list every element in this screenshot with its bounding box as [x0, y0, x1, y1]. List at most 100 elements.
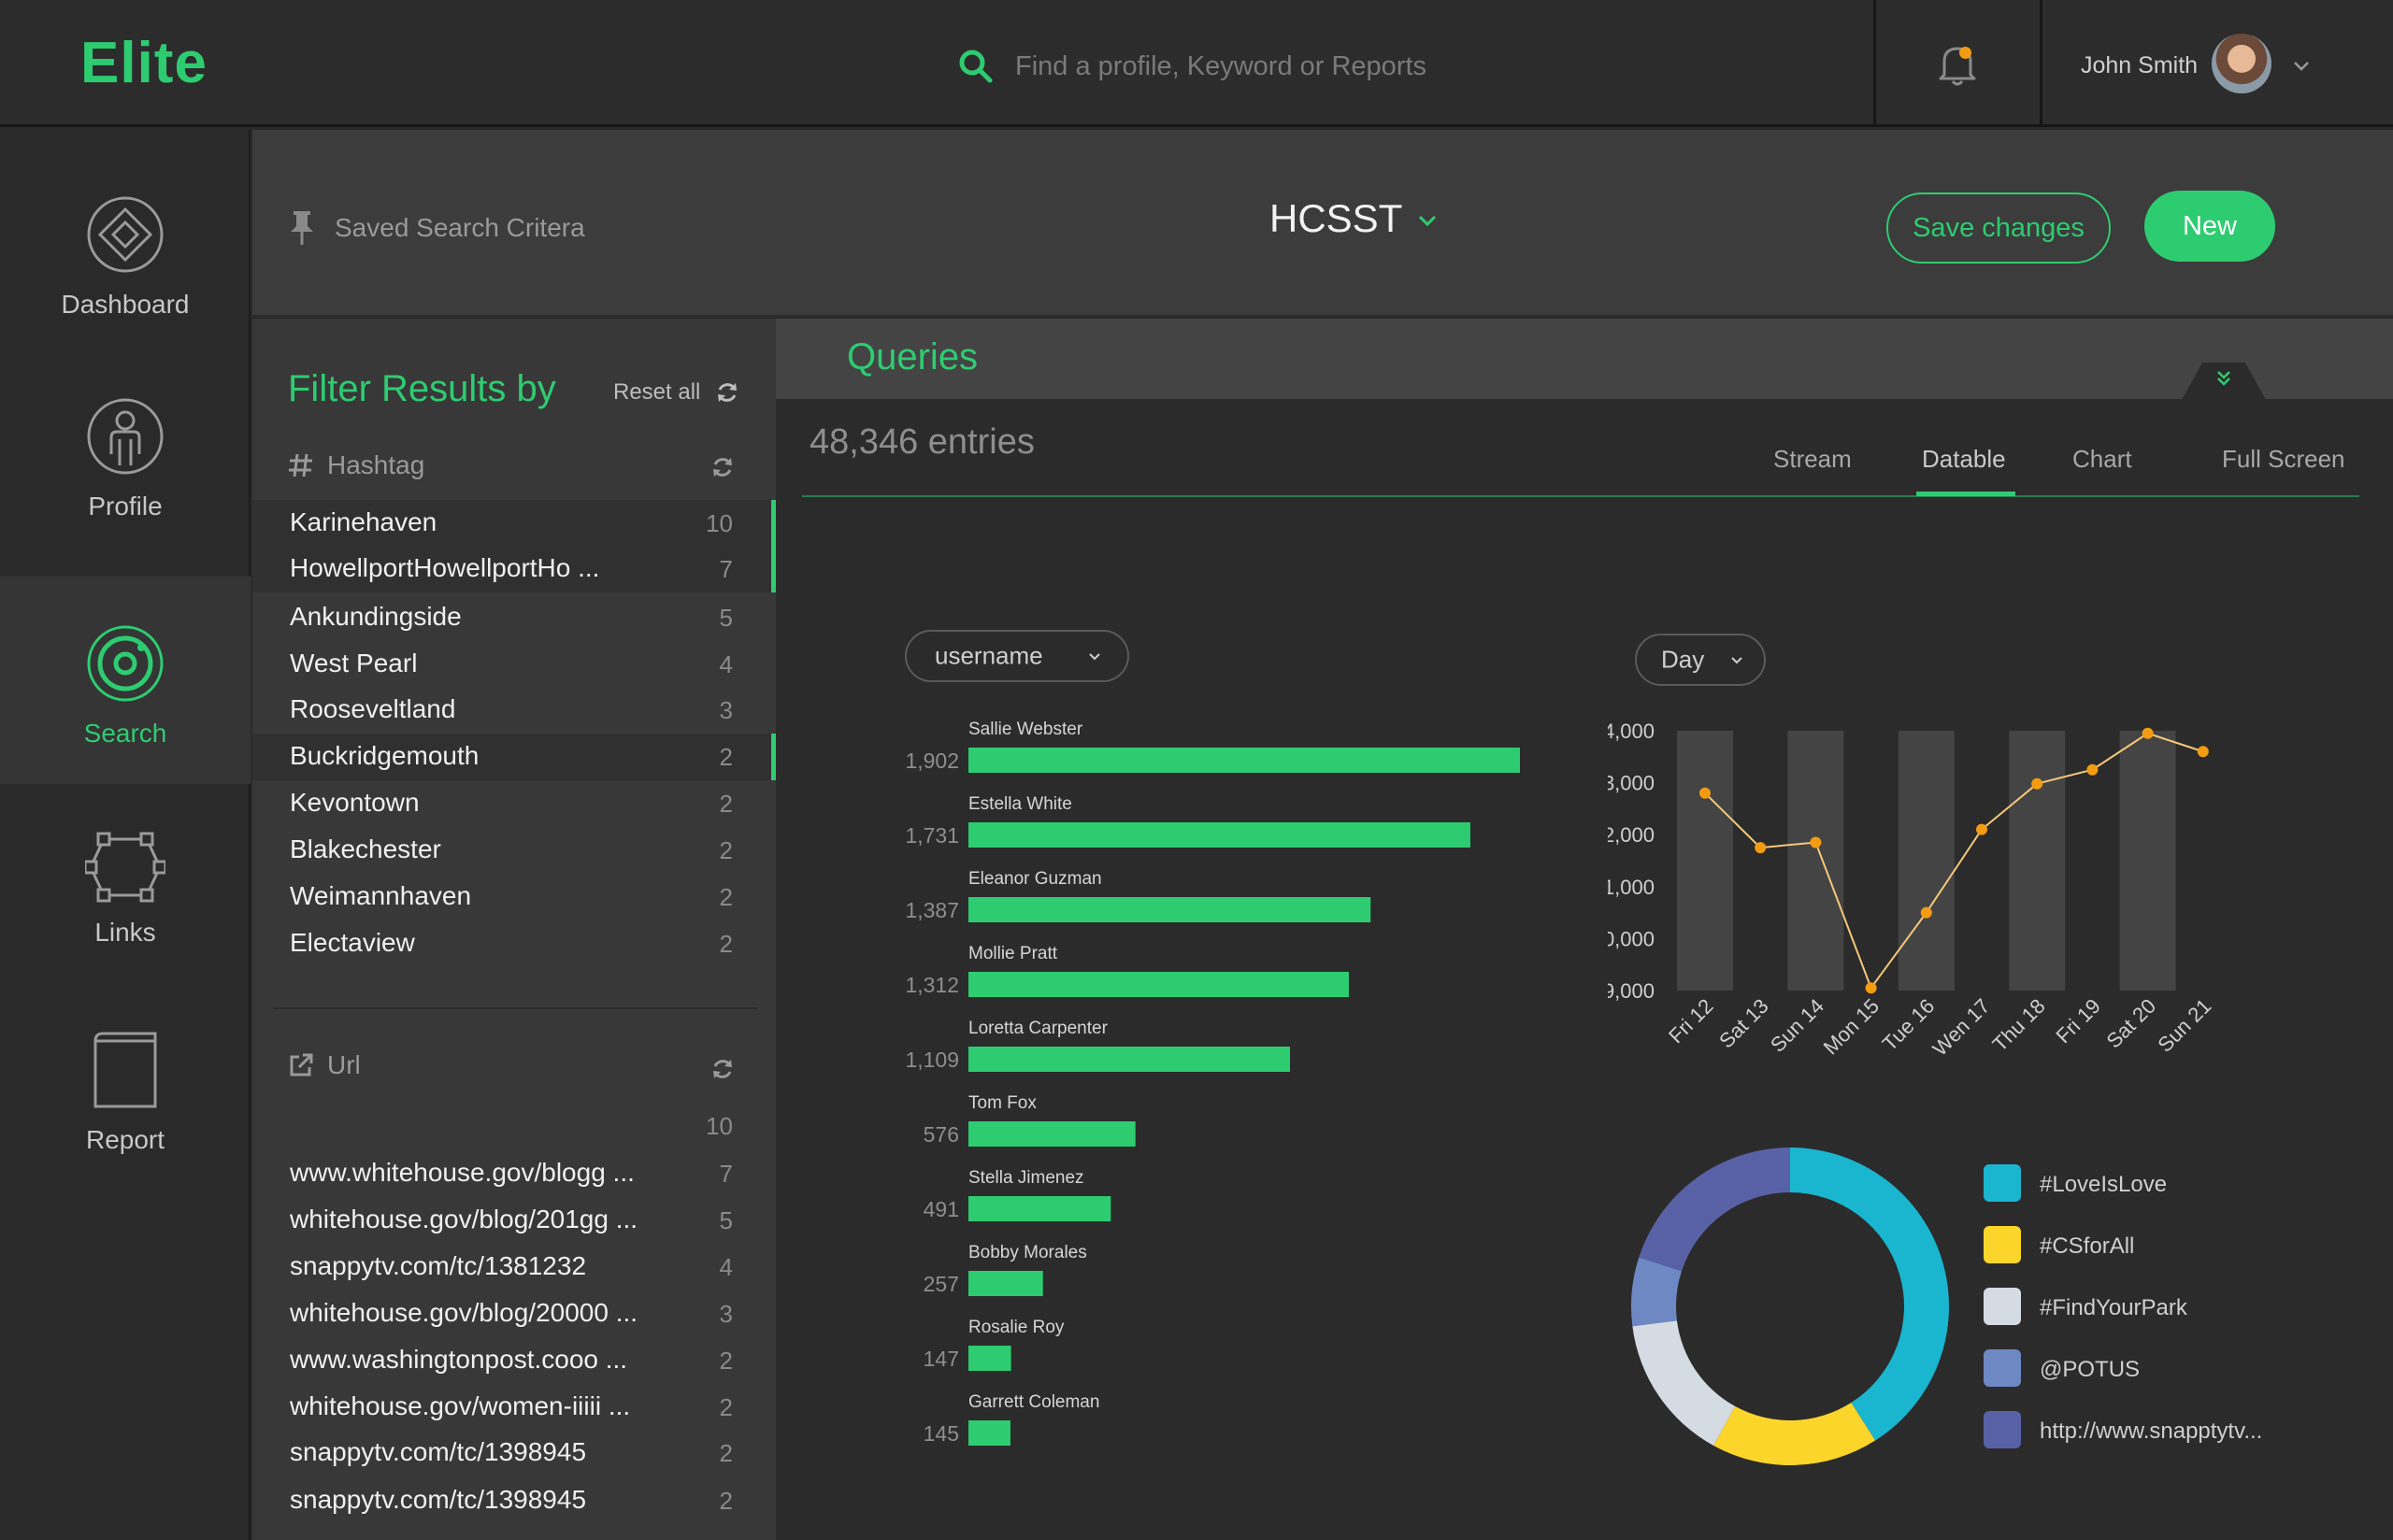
bar [968, 1420, 1010, 1446]
profile-icon [87, 398, 164, 475]
tab-stream[interactable]: Stream [1773, 445, 1852, 474]
chevron-down-icon[interactable] [2290, 54, 2313, 77]
url-item-count: 2 [719, 1347, 733, 1375]
bar-value-label: 491 [924, 1197, 959, 1221]
chevron-down-icon [1419, 215, 1437, 227]
url-item-count: 7 [719, 1160, 733, 1188]
collapse-toggle[interactable] [2182, 359, 2266, 400]
bar-category-label: Mollie Pratt [968, 944, 1058, 963]
nav-item-search[interactable]: Search [0, 577, 251, 784]
hashtag-item[interactable]: Ankundingside 5 [252, 594, 776, 641]
tab-datable[interactable]: Datable [1922, 445, 2006, 474]
hashtag-item-count: 4 [719, 650, 733, 678]
saved-search-criteria[interactable]: Saved Search Critera [288, 209, 585, 247]
bar-value-label: 147 [924, 1347, 959, 1371]
chevron-down-icon [1089, 653, 1100, 661]
hashtag-item[interactable]: Kevontown 2 [252, 780, 776, 827]
brand-logo[interactable]: Elite [80, 30, 208, 96]
day-dropdown[interactable]: Day [1635, 634, 1766, 686]
bar [968, 822, 1470, 848]
hashtag-item-label: Kevontown [290, 788, 420, 817]
bar [968, 972, 1349, 997]
tab-chart[interactable]: Chart [2072, 445, 2132, 474]
chevron-down-icon [1731, 657, 1742, 664]
hashtag-item-count: 2 [719, 743, 733, 771]
search-input[interactable] [1015, 50, 1595, 82]
avatar[interactable] [2212, 34, 2271, 93]
refresh-icon[interactable] [710, 455, 735, 479]
url-section-header[interactable]: Url [288, 1050, 361, 1080]
hashtag-item[interactable]: Blakechester 2 [252, 827, 776, 874]
x-tick-label: Sun 21 [2153, 994, 2215, 1057]
hashtag-item[interactable]: HowellportHowellportHo ... 7 [252, 546, 776, 592]
hashtag-item[interactable]: West Pearl 4 [252, 641, 776, 688]
data-point [1755, 842, 1767, 854]
hashtag-item-label: Weimannhaven [290, 881, 472, 910]
new-button[interactable]: New [2144, 191, 2275, 262]
bar-category-label: Loretta Carpenter [968, 1019, 1109, 1038]
hashtag-item-count: 5 [719, 604, 733, 632]
search-icon [959, 50, 993, 83]
legend-label: #LoveIsLove [2040, 1172, 2167, 1197]
top-divider [2040, 0, 2042, 127]
user-name[interactable]: John Smith [2081, 52, 2198, 79]
url-item[interactable]: snappytv.com/tc/1381232 4 [252, 1244, 776, 1290]
tab-full-screen[interactable]: Full Screen [2222, 445, 2345, 474]
bar-category-label: Rosalie Roy [968, 1318, 1065, 1337]
hashtag-item-label: Rooseveltland [290, 694, 456, 723]
hashtag-item-count: 3 [719, 696, 733, 724]
reset-all-button[interactable]: Reset all [613, 379, 739, 406]
hashtag-item-count: 2 [719, 883, 733, 911]
x-tick-label: Mon 15 [1819, 994, 1884, 1060]
bar-value-label: 145 [924, 1421, 959, 1446]
url-item[interactable]: whitehouse.gov/women-iiiii ... 2 [252, 1384, 776, 1431]
url-item-label: www.whitehouse.gov/blogg ... [290, 1158, 635, 1187]
bar [968, 748, 1520, 773]
url-item[interactable]: www.washingtonpost.cooo ... 2 [252, 1337, 776, 1384]
nav-label: Dashboard [61, 290, 190, 319]
hashtag-item-count: 2 [719, 930, 733, 958]
nav-label: Report [85, 1125, 165, 1154]
nav-item-report[interactable]: Report [0, 1032, 251, 1172]
url-item[interactable]: 10 [252, 1103, 776, 1149]
refresh-icon[interactable] [710, 1057, 735, 1081]
url-item[interactable]: www.whitehouse.gov/blogg ... 7 [252, 1150, 776, 1197]
url-item[interactable]: snappytv.com/tc/1398945 2 [252, 1430, 776, 1476]
username-dropdown[interactable]: username [905, 630, 1129, 682]
hashtag-item-label: Blakechester [290, 834, 441, 863]
hashtag-section-header[interactable]: Hashtag [288, 450, 424, 480]
donut-slice [1632, 1320, 1736, 1446]
url-item[interactable]: whitehouse.gov/blog/201gg ... 5 [252, 1197, 776, 1244]
refresh-icon [718, 383, 738, 402]
y-tick-label: 10,000 [1608, 927, 1655, 950]
hashtag-item[interactable]: Electaview 2 [252, 920, 776, 967]
nav-item-profile[interactable]: Profile [0, 396, 251, 536]
hashtag-item[interactable]: Weimannhaven 2 [252, 874, 776, 920]
nav-item-links[interactable]: Links [0, 832, 251, 972]
url-item[interactable]: whitehouse.gov/blog/20000 ... 3 [252, 1290, 776, 1337]
hashtag-item-label: Karinehaven [290, 507, 437, 536]
url-item-label: snappytv.com/tc/1381232 [290, 1251, 587, 1280]
url-item[interactable]: snappytv.com/tc/1398945 2 [252, 1477, 776, 1524]
hashtag-item[interactable]: Buckridgemouth 2 [252, 734, 776, 780]
x-tick-label: Fri 12 [1664, 994, 1717, 1048]
hashtag-item[interactable]: Rooseveltland 3 [252, 687, 776, 734]
global-search [957, 37, 1612, 95]
background-column [1898, 731, 1955, 991]
top-divider [1873, 0, 1876, 127]
bar-value-label: 257 [924, 1272, 959, 1296]
x-tick-label: Wen 17 [1928, 994, 1995, 1061]
bar-value-label: 1,731 [905, 823, 959, 848]
x-tick-label: Thu 18 [1988, 994, 2050, 1056]
search-title-dropdown[interactable]: HCSST [1269, 196, 1440, 241]
hashtag-item-count: 2 [719, 790, 733, 818]
hashtag-item-label: Ankundingside [290, 602, 462, 631]
save-changes-button[interactable]: Save changes [1886, 192, 2111, 264]
bell-icon[interactable] [1935, 41, 1980, 88]
nav-item-dashboard[interactable]: Dashboard [0, 194, 251, 335]
queries-title: Queries [847, 336, 979, 378]
hashtag-item-count: 7 [719, 555, 733, 583]
reset-label: Reset all [613, 379, 701, 405]
background-column [1787, 731, 1844, 991]
hashtag-item[interactable]: Karinehaven 10 [252, 500, 776, 547]
